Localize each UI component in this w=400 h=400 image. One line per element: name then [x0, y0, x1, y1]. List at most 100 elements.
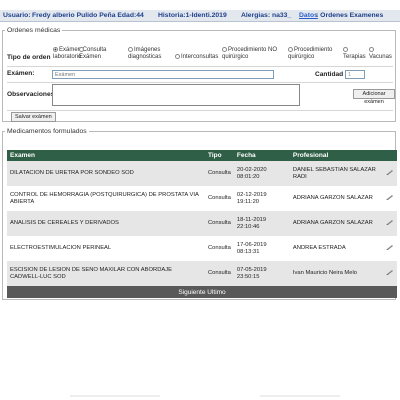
- cell-tipo: Consulta: [205, 211, 234, 236]
- cell-profesional: ANDREA ESTRADA: [289, 236, 383, 261]
- fecha-time: 08:01:20: [236, 173, 260, 180]
- radio-label: Procedimiento quirúrgico: [288, 47, 333, 61]
- radio-icon[interactable]: [128, 47, 133, 52]
- header-actions: [383, 150, 397, 161]
- divider: [7, 66, 393, 67]
- observaciones-textarea[interactable]: [52, 84, 300, 106]
- cell-action[interactable]: [383, 161, 397, 186]
- radio-label: Interconsultas: [181, 54, 219, 61]
- cell-fecha: 02-12-2019 19:11:20: [233, 186, 290, 211]
- pencil-edit-icon[interactable]: [386, 219, 394, 225]
- cell-action[interactable]: [383, 236, 397, 261]
- cell-tipo: Consulta: [205, 236, 234, 261]
- header-examen: Examen: [7, 150, 205, 161]
- radio-procedimiento-quirurgico[interactable]: Procedimiento quirúrgico: [288, 47, 340, 61]
- cell-action[interactable]: [383, 186, 397, 211]
- cell-tipo: Consulta: [205, 161, 234, 186]
- medicamentos-legend: Medicamentos formulados: [7, 128, 87, 135]
- radio-interconsultas[interactable]: Interconsultas: [175, 54, 225, 61]
- alergias-text: Alergias: na33_: [241, 12, 292, 19]
- radio-icon[interactable]: [175, 54, 180, 59]
- fecha-time: 08:13:31: [236, 248, 260, 255]
- radio-label: Terapias: [343, 54, 366, 61]
- pencil-edit-icon[interactable]: [386, 269, 394, 275]
- cell-action[interactable]: [383, 211, 397, 236]
- cell-fecha: 20-02-2020 08:01:20: [233, 161, 290, 186]
- table-row[interactable]: ANALISIS DE CEREALES Y DERIVADOS Consulta…: [7, 211, 397, 236]
- ordenes-title: : Ordenes Examenes: [316, 12, 384, 19]
- cell-examen: ESCISION DE LESION DE SENO MAXILAR CON A…: [7, 261, 205, 286]
- fecha-date: 17-06-2019: [236, 241, 267, 248]
- radio-icon[interactable]: [288, 47, 293, 52]
- pager-next-link[interactable]: Siguiente: [178, 289, 205, 296]
- pager-last-link[interactable]: Ultimo: [207, 289, 225, 296]
- table-header-row: Examen Tipo Fecha Profesional: [7, 150, 397, 161]
- examen-label: Exámen:: [7, 70, 35, 77]
- cell-fecha: 07-05-2019 23:50:15: [233, 261, 290, 286]
- header-tipo: Tipo: [205, 150, 234, 161]
- cantidad-input[interactable]: [345, 70, 365, 79]
- ordenes-legend: Ordenes médicas: [7, 27, 61, 34]
- pager-row: Siguiente Ultimo: [7, 286, 397, 298]
- radio-terapias[interactable]: Terapias: [343, 47, 371, 61]
- historia-text: Historia:1-Identi.2019: [158, 12, 227, 19]
- usuario-value: Fredy alberio Pulido Peña Edad:44: [32, 12, 144, 19]
- radio-icon[interactable]: [79, 47, 84, 52]
- usuario-label: Usuario:: [3, 12, 31, 19]
- cell-profesional: Ivan Mauricio Neira Melo: [289, 261, 383, 286]
- cell-action[interactable]: [383, 261, 397, 286]
- cell-examen: ELECTROESTIMULACION PERINEAL: [7, 236, 205, 261]
- table-row[interactable]: ELECTROESTIMULACION PERINEAL Consulta 17-0…: [7, 236, 397, 261]
- medicamentos-panel: Medicamentos formulados Examen Tipo Fech…: [2, 128, 397, 300]
- pager-cell: Siguiente Ultimo: [7, 286, 397, 298]
- radio-icon[interactable]: [343, 47, 348, 52]
- cantidad-label: Cantidad: [315, 71, 344, 78]
- fecha-date: 07-05-2019: [236, 266, 267, 273]
- cell-examen: CONTROL DE HEMORRAGIA (POSTQUIRURGICA) D…: [7, 186, 205, 211]
- radio-label: Imágenes diagnosticas: [128, 47, 162, 61]
- radio-icon[interactable]: [222, 47, 227, 52]
- fecha-time: 23:50:15: [236, 273, 260, 280]
- radio-examen[interactable]: Exámen: [79, 47, 101, 61]
- table-row[interactable]: DILATACION DE URETRA POR SONDEO SOD Consu…: [7, 161, 397, 186]
- radio-label: Exámen: [79, 54, 102, 61]
- cell-fecha: 18-11-2019 22:10:46: [233, 211, 290, 236]
- table-row[interactable]: ESCISION DE LESION DE SENO MAXILAR CON A…: [7, 261, 397, 286]
- cell-examen: ANALISIS DE CEREALES Y DERIVADOS: [7, 211, 205, 236]
- header-profesional: Profesional: [289, 150, 383, 161]
- radio-imagenes[interactable]: Imágenes diagnosticas: [128, 47, 173, 61]
- adicionar-examen-button[interactable]: Adicionar exámen: [353, 89, 395, 105]
- examen-input[interactable]: [52, 70, 274, 79]
- pencil-edit-icon[interactable]: [386, 244, 394, 250]
- cell-profesional: ADRIANA GARZON SALAZAR: [289, 186, 383, 211]
- tipo-orden-label: Tipo de orden: [7, 54, 51, 61]
- fecha-time: 19:11:20: [236, 198, 260, 205]
- divider: [7, 110, 393, 111]
- ordenes-medicas-panel: Ordenes médicas Tipo de orden Exámen Con…: [2, 27, 396, 122]
- pencil-edit-icon[interactable]: [386, 169, 394, 175]
- radio-checked-icon[interactable]: [53, 47, 58, 52]
- radio-vacunas[interactable]: Vacunas: [369, 47, 395, 61]
- table-row[interactable]: CONTROL DE HEMORRAGIA (POSTQUIRURGICA) D…: [7, 186, 397, 211]
- cell-profesional: ADRIANA GARZON SALAZAR: [289, 211, 383, 236]
- cell-profesional: DANIEL SEBASTIAN SALAZAR RADI: [289, 161, 383, 186]
- fecha-date: 02-12-2019: [236, 191, 267, 198]
- pencil-edit-icon[interactable]: [386, 194, 394, 200]
- radio-label: Vacunas: [369, 54, 392, 61]
- fecha-date: 18-11-2019: [236, 216, 267, 223]
- radio-procedimiento-no-quirurgico[interactable]: Procedimiento NO quirúrgico: [222, 47, 284, 61]
- cell-tipo: Consulta: [205, 186, 234, 211]
- salvar-examen-button[interactable]: Salvar exámen: [11, 112, 56, 122]
- cell-fecha: 17-06-2019 08:13:31: [233, 236, 290, 261]
- header-bar: Usuario: Fredy alberio Pulido Peña Edad:…: [0, 10, 400, 22]
- medicamentos-table: Examen Tipo Fecha Profesional DILATACION…: [7, 150, 397, 298]
- radio-icon[interactable]: [369, 47, 374, 52]
- fecha-date: 20-02-2020: [236, 166, 267, 173]
- cell-examen: DILATACION DE URETRA POR SONDEO SOD: [7, 161, 205, 186]
- radio-label: Procedimiento NO quirúrgico: [222, 47, 278, 61]
- fecha-time: 22:10:46: [236, 223, 260, 230]
- divider: [7, 82, 393, 83]
- observaciones-label: Observaciones: [7, 91, 55, 98]
- cell-tipo: Consulta: [205, 261, 234, 286]
- header-fecha: Fecha: [233, 150, 290, 161]
